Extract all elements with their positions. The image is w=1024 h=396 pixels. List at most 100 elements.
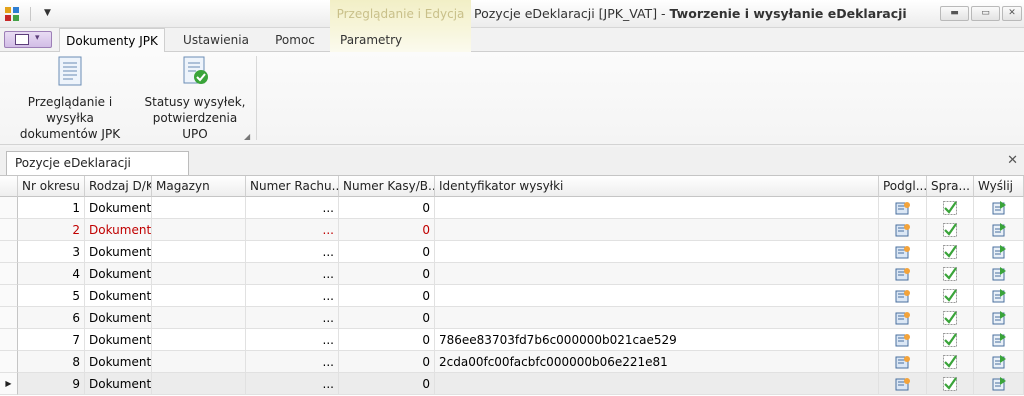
close-window-button[interactable]: ✕: [1002, 6, 1022, 21]
cell-numer-rachunku[interactable]: ...: [246, 263, 339, 285]
cell-identyfikator[interactable]: [435, 263, 879, 285]
preview-button[interactable]: [879, 329, 927, 351]
row-indicator[interactable]: [0, 351, 18, 373]
send-button[interactable]: [974, 263, 1024, 285]
table-row[interactable]: 8 Dokument ... 0 2cda00fc00facbfc000000b…: [0, 351, 1024, 373]
cell-rodzaj[interactable]: Dokument: [85, 285, 152, 307]
cell-numer-rachunku[interactable]: ...: [246, 285, 339, 307]
table-row[interactable]: 3 Dokument ... 0: [0, 241, 1024, 263]
tab-pomoc[interactable]: Pomoc: [266, 28, 324, 52]
check-button[interactable]: [927, 197, 974, 219]
document-tab[interactable]: Pozycje eDeklaracji [JPK_VAT]: [6, 151, 189, 192]
cell-numer-kasy[interactable]: 0: [339, 329, 435, 351]
row-indicator[interactable]: [0, 263, 18, 285]
close-document-icon[interactable]: ✕: [1007, 153, 1018, 168]
check-button[interactable]: [927, 219, 974, 241]
preview-button[interactable]: [879, 351, 927, 373]
column-header-wyslij[interactable]: Wyślij: [974, 176, 1024, 197]
cell-rodzaj[interactable]: Dokument: [85, 351, 152, 373]
cell-magazyn[interactable]: [152, 197, 246, 219]
cell-numer-rachunku[interactable]: ...: [246, 329, 339, 351]
send-button[interactable]: [974, 219, 1024, 241]
preview-button[interactable]: [879, 373, 927, 395]
cell-rodzaj[interactable]: Dokument: [85, 197, 152, 219]
tab-ustawienia[interactable]: Ustawienia: [174, 28, 258, 52]
cell-numer-kasy[interactable]: 0: [339, 241, 435, 263]
cell-magazyn[interactable]: [152, 263, 246, 285]
cell-nr-okresu[interactable]: 3: [18, 241, 85, 263]
tab-parametry[interactable]: Parametry: [330, 28, 471, 52]
cell-nr-okresu[interactable]: 9: [18, 373, 85, 395]
cell-numer-kasy[interactable]: 0: [339, 351, 435, 373]
cell-magazyn[interactable]: [152, 285, 246, 307]
preview-button[interactable]: [879, 219, 927, 241]
table-row[interactable]: 7 Dokument ... 0 786ee83703fd7b6c000000b…: [0, 329, 1024, 351]
send-button[interactable]: [974, 197, 1024, 219]
cell-numer-rachunku[interactable]: ...: [246, 197, 339, 219]
app-icon[interactable]: [4, 6, 20, 22]
cell-nr-okresu[interactable]: 8: [18, 351, 85, 373]
cell-rodzaj[interactable]: Dokument: [85, 373, 152, 395]
column-header-magazyn[interactable]: Magazyn: [152, 176, 246, 197]
table-row[interactable]: 4 Dokument ... 0: [0, 263, 1024, 285]
cell-identyfikator[interactable]: [435, 241, 879, 263]
quick-access-dropdown-icon[interactable]: ▼: [44, 8, 51, 18]
send-button[interactable]: [974, 241, 1024, 263]
cell-numer-rachunku[interactable]: ...: [246, 307, 339, 329]
cell-magazyn[interactable]: [152, 241, 246, 263]
send-button[interactable]: [974, 373, 1024, 395]
check-button[interactable]: [927, 329, 974, 351]
row-indicator[interactable]: [0, 285, 18, 307]
row-indicator[interactable]: [0, 329, 18, 351]
cell-numer-kasy[interactable]: 0: [339, 373, 435, 395]
check-button[interactable]: [927, 307, 974, 329]
preview-button[interactable]: [879, 307, 927, 329]
preview-button[interactable]: [879, 285, 927, 307]
maximize-button[interactable]: ▭: [971, 6, 1000, 21]
send-button[interactable]: [974, 307, 1024, 329]
row-indicator[interactable]: [0, 241, 18, 263]
table-row[interactable]: ▶ 9 Dokument ... 0: [0, 373, 1024, 395]
cell-nr-okresu[interactable]: 4: [18, 263, 85, 285]
cell-rodzaj[interactable]: Dokument: [85, 329, 152, 351]
cell-identyfikator[interactable]: 2cda00fc00facbfc000000b06e221e81: [435, 351, 879, 373]
cell-numer-kasy[interactable]: 0: [339, 197, 435, 219]
cell-nr-okresu[interactable]: 6: [18, 307, 85, 329]
cell-magazyn[interactable]: [152, 307, 246, 329]
send-button[interactable]: [974, 351, 1024, 373]
cell-nr-okresu[interactable]: 5: [18, 285, 85, 307]
preview-button[interactable]: [879, 197, 927, 219]
cell-identyfikator[interactable]: [435, 285, 879, 307]
minimize-button[interactable]: ▬: [940, 6, 969, 21]
cell-identyfikator[interactable]: 786ee83703fd7b6c000000b021cae529: [435, 329, 879, 351]
cell-identyfikator[interactable]: [435, 219, 879, 241]
check-button[interactable]: [927, 373, 974, 395]
check-button[interactable]: [927, 241, 974, 263]
cell-rodzaj[interactable]: Dokument: [85, 219, 152, 241]
cell-numer-kasy[interactable]: 0: [339, 285, 435, 307]
cell-magazyn[interactable]: [152, 351, 246, 373]
cell-numer-rachunku[interactable]: ...: [246, 219, 339, 241]
column-header-nr-okresu[interactable]: Nr okresu: [18, 176, 85, 197]
cell-magazyn[interactable]: [152, 219, 246, 241]
cell-rodzaj[interactable]: Dokument: [85, 241, 152, 263]
group-launcher-icon[interactable]: ◢: [244, 132, 250, 141]
column-header-rodzaj[interactable]: Rodzaj D/K: [85, 176, 152, 197]
row-indicator[interactable]: [0, 197, 18, 219]
przegladanie-wysylka-button[interactable]: Przeglądanie i wysyłka dokumentów JPK: [6, 56, 134, 142]
column-header-numer-rachunku[interactable]: Numer Rachu...: [246, 176, 339, 197]
cell-identyfikator[interactable]: [435, 307, 879, 329]
preview-button[interactable]: [879, 241, 927, 263]
send-button[interactable]: [974, 329, 1024, 351]
check-button[interactable]: [927, 263, 974, 285]
cell-identyfikator[interactable]: [435, 197, 879, 219]
cell-numer-kasy[interactable]: 0: [339, 263, 435, 285]
app-menu-button[interactable]: ▾: [4, 31, 52, 48]
preview-button[interactable]: [879, 263, 927, 285]
cell-nr-okresu[interactable]: 1: [18, 197, 85, 219]
cell-rodzaj[interactable]: Dokument: [85, 263, 152, 285]
statusy-wysylek-button[interactable]: Statusy wysyłek, potwierdzenia UPO: [140, 56, 250, 142]
row-indicator[interactable]: ▶: [0, 373, 18, 395]
table-row[interactable]: 1 Dokument ... 0: [0, 197, 1024, 219]
row-indicator[interactable]: [0, 307, 18, 329]
